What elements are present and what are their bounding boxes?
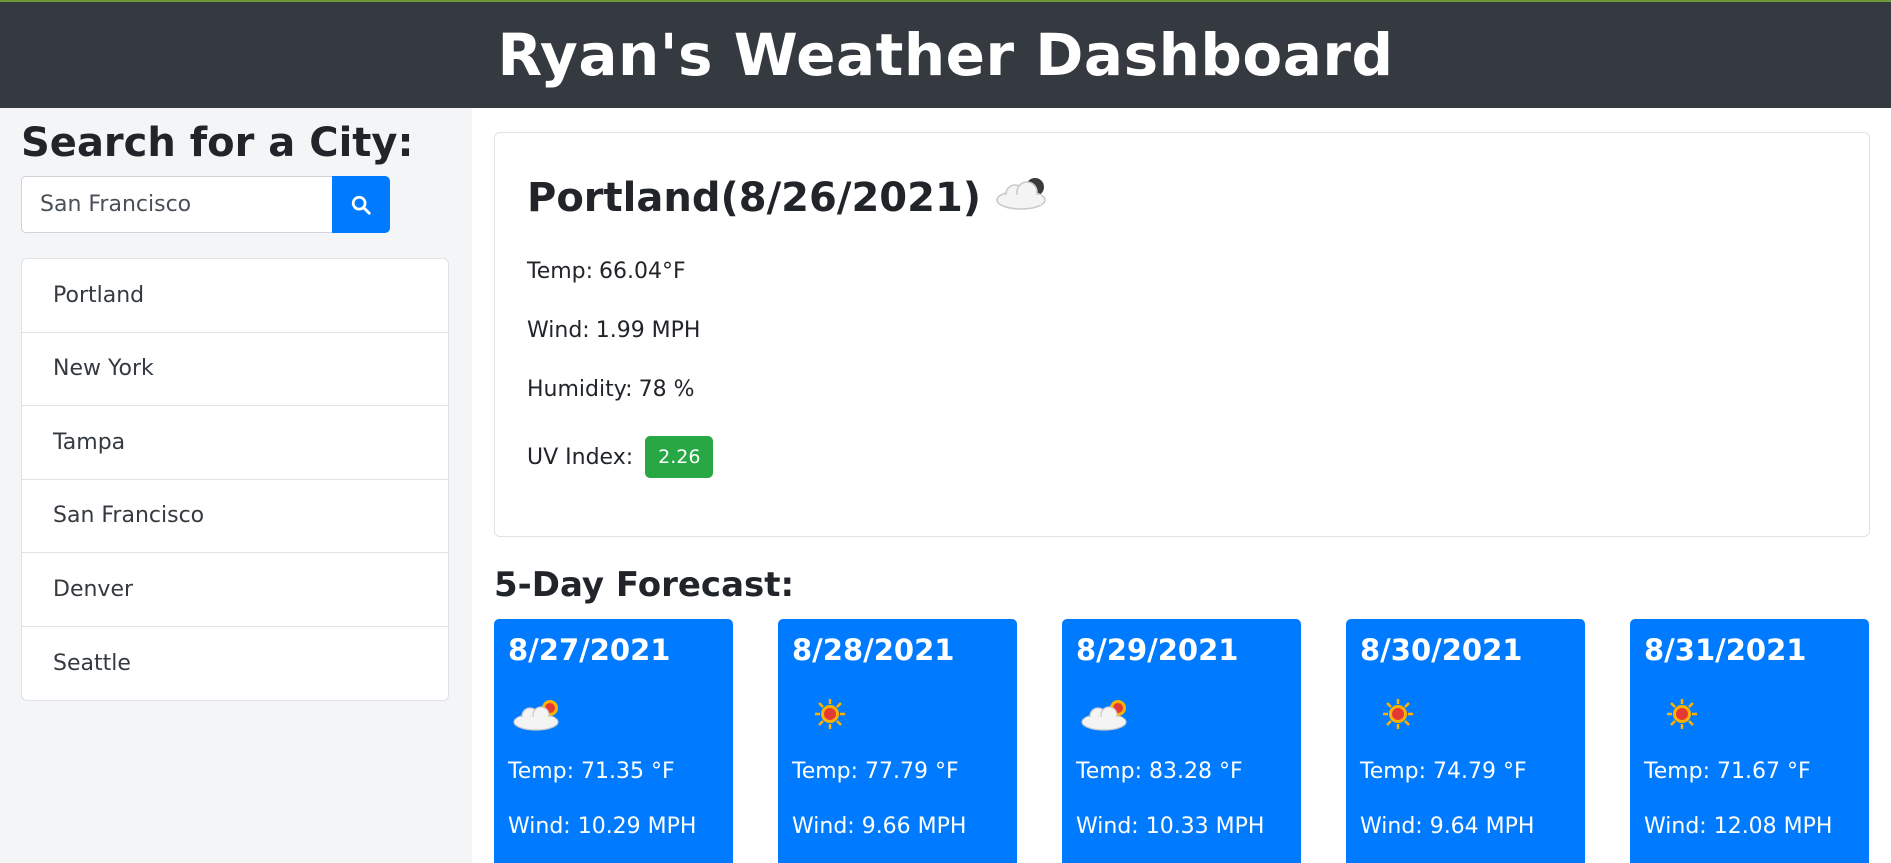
layout: Search for a City: Portland New York Tam… bbox=[0, 108, 1891, 863]
forecast-temp: Temp: 74.79 °F bbox=[1360, 759, 1527, 784]
uv-label: UV Index: bbox=[527, 444, 634, 470]
history-item-seattle[interactable]: Seattle bbox=[22, 627, 448, 701]
search-icon bbox=[351, 195, 371, 215]
history-item-tampa[interactable]: Tampa bbox=[22, 406, 448, 480]
humidity-stat: Humidity: 78 % bbox=[527, 377, 1837, 402]
sidebar: Search for a City: Portland New York Tam… bbox=[0, 108, 472, 863]
forecast-heading: 5-Day Forecast: bbox=[494, 565, 795, 605]
forecast-wind: Wind: 10.29 MPH bbox=[508, 814, 697, 839]
search-history-list: Portland New York Tampa San Francisco De… bbox=[21, 258, 449, 701]
temp-stat: Temp: 66.04°F bbox=[527, 259, 1837, 284]
current-title-row: Portland(8/26/2021) bbox=[527, 173, 1837, 223]
temp-value: 66.04°F bbox=[599, 259, 686, 284]
forecast-wind: Wind: 9.64 MPH bbox=[1360, 814, 1535, 839]
partly-cloudy-icon bbox=[508, 687, 719, 741]
sun-icon bbox=[792, 687, 1003, 741]
main-content: Portland(8/26/2021) Temp: 66.04°F Wind: bbox=[472, 108, 1891, 863]
forecast-card: 8/30/2021 Temp: 74.79 °F Wind: 9.64 MPH bbox=[1346, 619, 1585, 863]
forecast-date: 8/31/2021 bbox=[1644, 633, 1807, 667]
search-button[interactable] bbox=[332, 176, 390, 233]
wind-label: Wind: bbox=[527, 318, 590, 343]
forecast-date: 8/30/2021 bbox=[1360, 633, 1523, 667]
forecast-card: 8/27/2021 Temp: 71.35 °F Wind: 10.29 MPH bbox=[494, 619, 733, 863]
search-heading: Search for a City: bbox=[21, 120, 414, 166]
cloud-icon bbox=[991, 173, 1053, 223]
history-item-portland[interactable]: Portland bbox=[22, 259, 448, 333]
wind-stat: Wind: 1.99 MPH bbox=[527, 318, 1837, 343]
forecast-wind: Wind: 9.66 MPH bbox=[792, 814, 967, 839]
uv-stat: UV Index: 2.26 bbox=[527, 436, 1837, 478]
forecast-temp: Temp: 77.79 °F bbox=[792, 759, 959, 784]
forecast-card: 8/31/2021 Temp: 71.67 °F Wind: 12.08 MPH bbox=[1630, 619, 1869, 863]
forecast-wind: Wind: 10.33 MPH bbox=[1076, 814, 1265, 839]
wind-value: 1.99 MPH bbox=[595, 318, 701, 343]
forecast-date: 8/28/2021 bbox=[792, 633, 955, 667]
forecast-date: 8/27/2021 bbox=[508, 633, 671, 667]
sun-icon bbox=[1360, 687, 1571, 741]
forecast-card: 8/28/2021 Temp: 77.79 °F Wind: 9.66 MPH bbox=[778, 619, 1017, 863]
partly-cloudy-icon bbox=[1076, 687, 1287, 741]
sun-icon bbox=[1644, 687, 1855, 741]
history-item-denver[interactable]: Denver bbox=[22, 553, 448, 627]
humidity-value: 78 % bbox=[638, 377, 695, 402]
temp-label: Temp: bbox=[527, 259, 594, 284]
forecast-row: 8/27/2021 Temp: 71.35 °F Wind: 10.29 MPH… bbox=[494, 619, 1891, 863]
forecast-temp: Temp: 71.67 °F bbox=[1644, 759, 1811, 784]
uv-badge: 2.26 bbox=[645, 436, 714, 478]
forecast-date: 8/29/2021 bbox=[1076, 633, 1239, 667]
current-weather-card: Portland(8/26/2021) Temp: 66.04°F Wind: bbox=[494, 132, 1870, 537]
search-form bbox=[21, 176, 390, 233]
forecast-card: 8/29/2021 Temp: 83.28 °F Wind: 10.33 MPH bbox=[1062, 619, 1301, 863]
history-item-san-francisco[interactable]: San Francisco bbox=[22, 480, 448, 553]
search-input[interactable] bbox=[21, 176, 332, 233]
current-city-title: Portland(8/26/2021) bbox=[527, 175, 982, 221]
forecast-wind: Wind: 12.08 MPH bbox=[1644, 814, 1833, 839]
page-header: Ryan's Weather Dashboard bbox=[0, 0, 1891, 108]
page-title: Ryan's Weather Dashboard bbox=[497, 21, 1394, 89]
history-item-new-york[interactable]: New York bbox=[22, 333, 448, 406]
forecast-temp: Temp: 71.35 °F bbox=[508, 759, 675, 784]
humidity-label: Humidity: bbox=[527, 377, 633, 402]
forecast-temp: Temp: 83.28 °F bbox=[1076, 759, 1243, 784]
